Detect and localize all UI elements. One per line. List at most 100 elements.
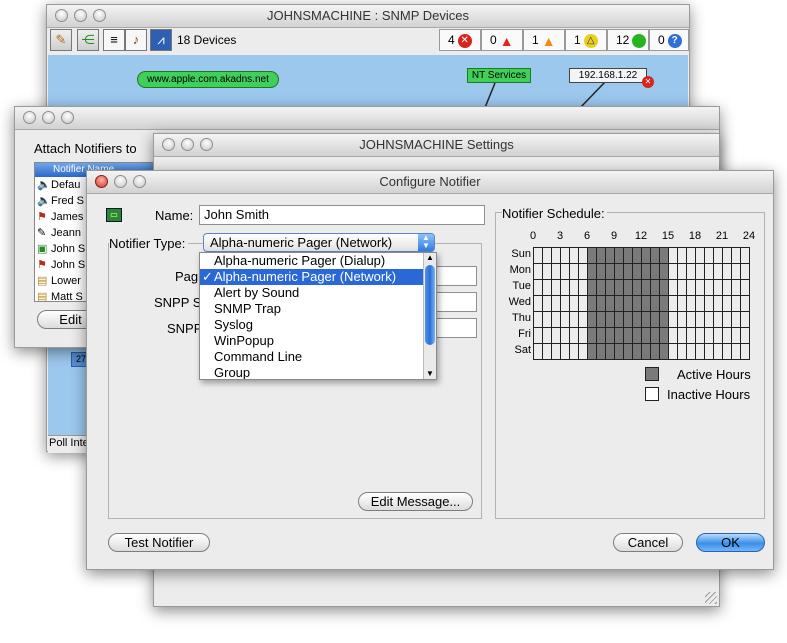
schedule-cell[interactable]: [623, 295, 633, 312]
zoom-button[interactable]: [61, 111, 74, 124]
option-alpha-pager-dialup[interactable]: Alpha-numeric Pager (Dialup): [200, 253, 424, 269]
schedule-cell[interactable]: [614, 279, 624, 296]
schedule-cell[interactable]: [713, 247, 723, 264]
schedule-cell[interactable]: [632, 311, 642, 328]
schedule-cell[interactable]: [578, 279, 588, 296]
schedule-cell[interactable]: [659, 263, 669, 280]
schedule-cell[interactable]: [677, 343, 687, 360]
scroll-down-arrow-icon[interactable]: ▼: [424, 369, 436, 379]
schedule-cell[interactable]: [596, 263, 606, 280]
schedule-cell[interactable]: [704, 295, 714, 312]
schedule-cell[interactable]: [650, 327, 660, 344]
schedule-cell[interactable]: [605, 295, 615, 312]
minimize-button[interactable]: [114, 175, 127, 188]
schedule-cell[interactable]: [533, 343, 543, 360]
schedule-cell[interactable]: [695, 247, 705, 264]
schedule-cell[interactable]: [731, 279, 741, 296]
schedule-cell[interactable]: [560, 263, 570, 280]
schedule-cell[interactable]: [632, 327, 642, 344]
option-group[interactable]: Group: [200, 365, 424, 379]
schedule-cell[interactable]: [551, 327, 561, 344]
schedule-cell[interactable]: [731, 295, 741, 312]
schedule-cell[interactable]: [668, 343, 678, 360]
schedule-cell[interactable]: [641, 311, 651, 328]
schedule-cell[interactable]: [695, 343, 705, 360]
schedule-cell[interactable]: [704, 311, 714, 328]
schedule-cell[interactable]: [677, 247, 687, 264]
schedule-cell[interactable]: [587, 295, 597, 312]
schedule-cell[interactable]: [731, 327, 741, 344]
schedule-cell[interactable]: [623, 311, 633, 328]
schedule-cell[interactable]: [722, 311, 732, 328]
name-field[interactable]: John Smith: [199, 205, 485, 225]
schedule-cell[interactable]: [650, 279, 660, 296]
zoom-button[interactable]: [133, 175, 146, 188]
notifier-type-popup[interactable]: Alpha-numeric Pager (Network) ▲ ▼: [203, 233, 435, 252]
network-tree-icon[interactable]: ⋲: [77, 29, 99, 51]
list-view-icon[interactable]: ≡: [103, 29, 125, 51]
schedule-cell[interactable]: [650, 263, 660, 280]
option-alert-by-sound[interactable]: Alert by Sound: [200, 285, 424, 301]
schedule-cell[interactable]: [596, 311, 606, 328]
schedule-cell[interactable]: [722, 279, 732, 296]
status-notice-count[interactable]: 1 △: [565, 29, 607, 51]
schedule-cell[interactable]: [686, 311, 696, 328]
schedule-cell[interactable]: [722, 263, 732, 280]
schedule-cell[interactable]: [587, 279, 597, 296]
schedule-cell[interactable]: [659, 279, 669, 296]
schedule-cell[interactable]: [641, 343, 651, 360]
schedule-cell[interactable]: [740, 247, 750, 264]
schedule-cell[interactable]: [695, 295, 705, 312]
map-node-ip[interactable]: 192.168.1.22: [569, 68, 647, 83]
schedule-cell[interactable]: [587, 311, 597, 328]
schedule-cell[interactable]: [533, 279, 543, 296]
snpp-server-field[interactable]: [436, 292, 477, 312]
schedule-cell[interactable]: [533, 247, 543, 264]
schedule-cell[interactable]: [740, 263, 750, 280]
zoom-button[interactable]: [93, 9, 106, 22]
schedule-cell[interactable]: [677, 327, 687, 344]
schedule-cell[interactable]: [704, 263, 714, 280]
schedule-cell[interactable]: [587, 327, 597, 344]
cancel-button[interactable]: Cancel: [613, 533, 683, 552]
schedule-cell[interactable]: [632, 247, 642, 264]
schedule-cell[interactable]: [632, 263, 642, 280]
schedule-cell[interactable]: [551, 263, 561, 280]
close-button[interactable]: [55, 9, 68, 22]
schedule-cell[interactable]: [686, 279, 696, 296]
close-button[interactable]: [23, 111, 36, 124]
schedule-cell[interactable]: [668, 327, 678, 344]
schedule-grid[interactable]: [533, 247, 750, 360]
schedule-cell[interactable]: [542, 263, 552, 280]
schedule-cell[interactable]: [605, 311, 615, 328]
schedule-cell[interactable]: [650, 311, 660, 328]
schedule-cell[interactable]: [542, 279, 552, 296]
schedule-cell[interactable]: [659, 343, 669, 360]
zoom-button[interactable]: [200, 138, 213, 151]
schedule-cell[interactable]: [641, 295, 651, 312]
schedule-cell[interactable]: [659, 311, 669, 328]
status-ok-count[interactable]: 12: [607, 29, 649, 51]
schedule-cell[interactable]: [569, 311, 579, 328]
schedule-cell[interactable]: [569, 263, 579, 280]
option-syslog[interactable]: Syslog: [200, 317, 424, 333]
schedule-cell[interactable]: [686, 263, 696, 280]
minimize-button[interactable]: [42, 111, 55, 124]
schedule-cell[interactable]: [560, 311, 570, 328]
schedule-cell[interactable]: [677, 311, 687, 328]
close-button[interactable]: [95, 175, 108, 188]
minimize-button[interactable]: [74, 9, 87, 22]
schedule-cell[interactable]: [605, 327, 615, 344]
schedule-cell[interactable]: [623, 263, 633, 280]
schedule-cell[interactable]: [704, 279, 714, 296]
schedule-cell[interactable]: [533, 263, 543, 280]
schedule-cell[interactable]: [695, 311, 705, 328]
schedule-cell[interactable]: [560, 295, 570, 312]
schedule-cell[interactable]: [578, 247, 588, 264]
schedule-cell[interactable]: [695, 327, 705, 344]
scroll-up-arrow-icon[interactable]: ▲: [424, 253, 436, 263]
schedule-cell[interactable]: [686, 327, 696, 344]
close-button[interactable]: [162, 138, 175, 151]
schedule-cell[interactable]: [731, 263, 741, 280]
schedule-cell[interactable]: [650, 343, 660, 360]
